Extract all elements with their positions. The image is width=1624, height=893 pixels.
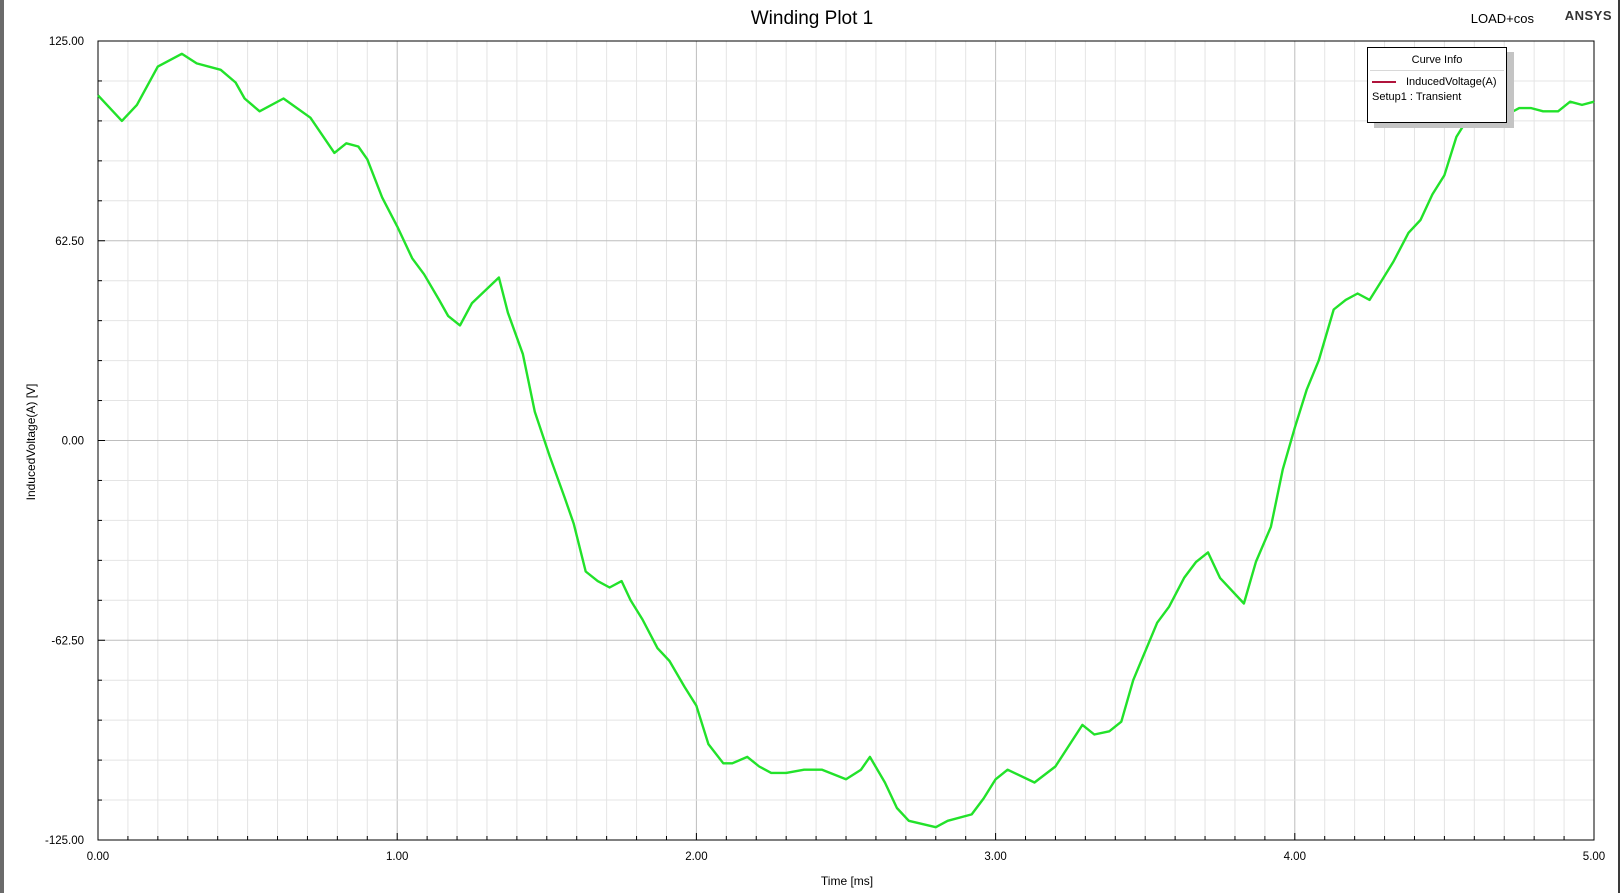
- x-tick-label: 1.00: [386, 851, 408, 863]
- legend-swatch: [1372, 81, 1396, 83]
- x-tick-label: 0.00: [87, 851, 109, 863]
- y-tick-label: 62.50: [55, 236, 84, 248]
- x-tick-label: 2.00: [685, 851, 707, 863]
- y-tick-labels: 125.00 62.50 0.00 -62.50 -125.00: [45, 36, 84, 847]
- x-axis-label: Time [ms]: [820, 874, 874, 888]
- legend-title: Curve Info: [1370, 48, 1504, 71]
- x-tick-label: 3.00: [984, 851, 1006, 863]
- curve-info-legend[interactable]: Curve Info InducedVoltage(A) Setup1 : Tr…: [1367, 47, 1507, 123]
- axis-ticks: [98, 80, 1565, 840]
- grid-lines: [98, 41, 1594, 840]
- plot-area[interactable]: 125.00 62.50 0.00 -62.50 -125.00 0.00 1.00 2.0…: [0, 0, 1624, 893]
- legend-entry[interactable]: InducedVoltage(A): [1368, 71, 1506, 91]
- x-tick-label: 5.00: [1583, 851, 1605, 863]
- y-tick-label: 125.00: [49, 36, 84, 48]
- legend-setup-label: Setup1 : Transient: [1372, 91, 1462, 103]
- legend-series-name: InducedVoltage(A): [1406, 76, 1497, 88]
- y-tick-label: -62.50: [51, 635, 84, 647]
- y-axis-label: InducedVoltage(A) [V]: [24, 383, 38, 501]
- y-tick-label: 0.00: [62, 436, 84, 448]
- x-tick-label: 4.00: [1284, 851, 1306, 863]
- y-tick-label: -125.00: [45, 835, 84, 847]
- x-tick-labels: 0.00 1.00 2.00 3.00 4.00 5.00: [87, 851, 1605, 863]
